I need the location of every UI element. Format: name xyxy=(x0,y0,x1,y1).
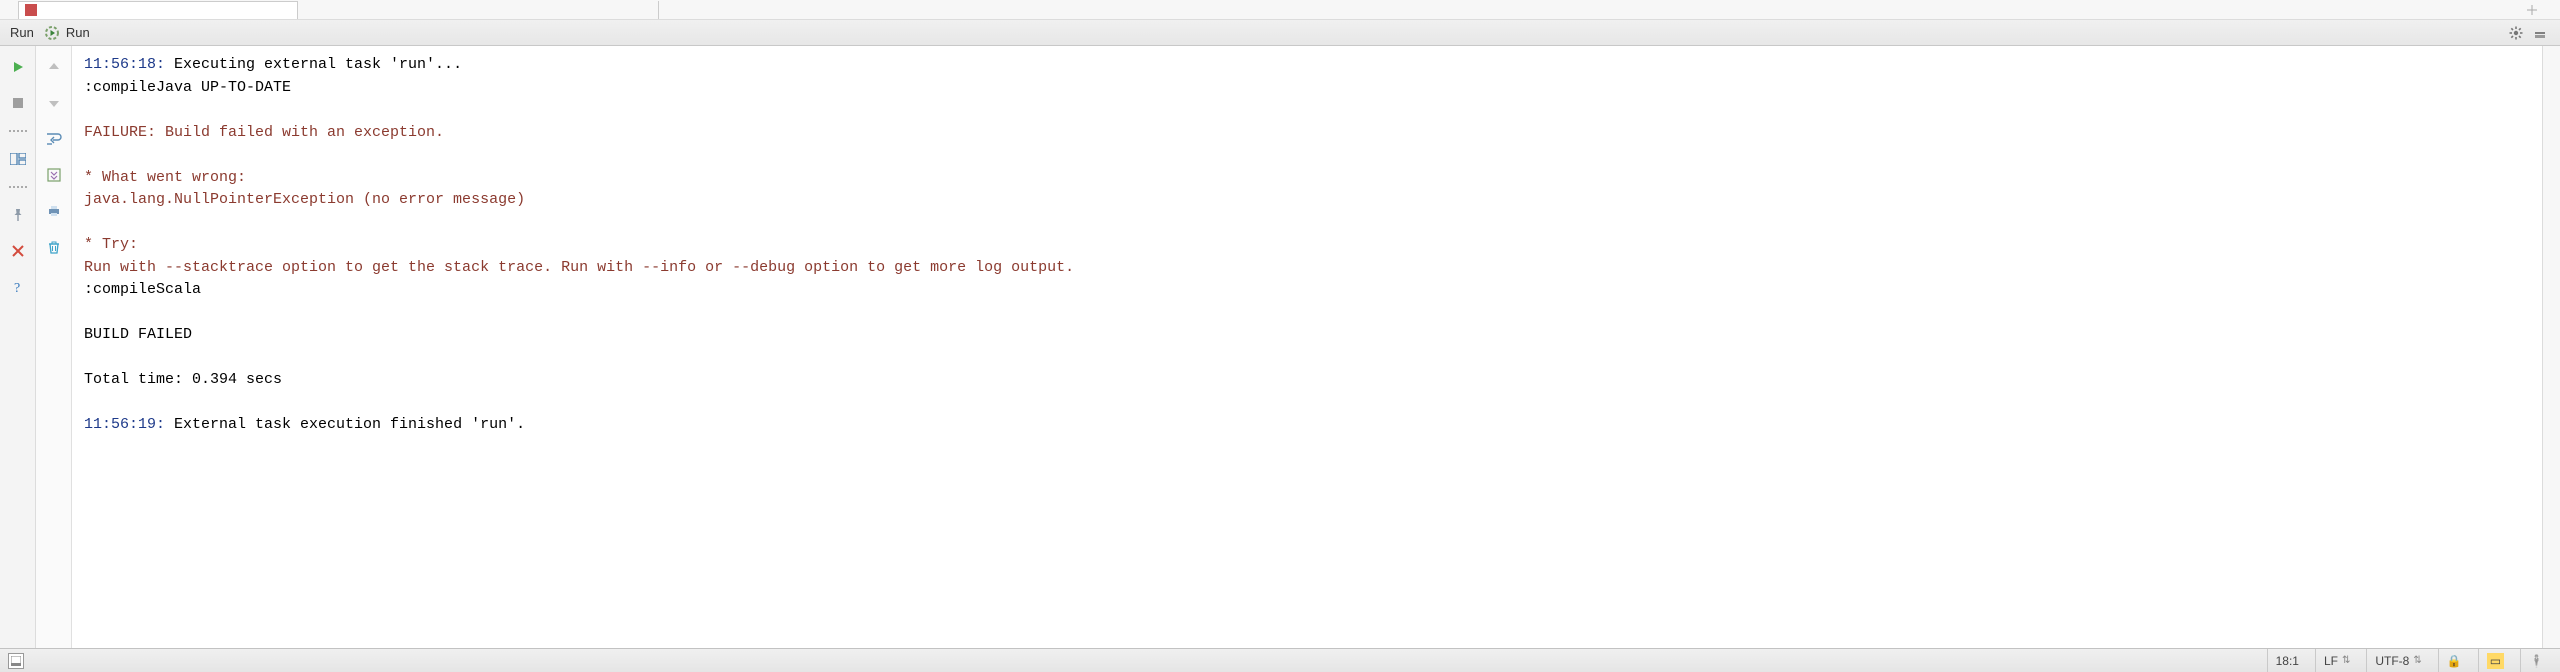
pin-button[interactable] xyxy=(7,204,29,226)
hector-icon: 🕴 xyxy=(2529,654,2544,668)
file-type-icon xyxy=(25,4,37,16)
stop-button[interactable] xyxy=(7,92,29,114)
tool-windows-quick-access-button[interactable] xyxy=(8,653,24,669)
chevron-up-down-icon: ⇅ xyxy=(2413,655,2421,666)
console-line: Run with --stacktrace option to get the … xyxy=(84,259,1074,276)
console-line: :compileJava UP-TO-DATE xyxy=(84,79,291,96)
encoding-label: UTF-8 xyxy=(2375,654,2409,668)
lock-icon: 🔒 xyxy=(2447,654,2462,668)
soft-wrap-button[interactable] xyxy=(43,128,65,150)
scroll-to-end-button[interactable] xyxy=(43,164,65,186)
console-line: 11:56:19: xyxy=(84,416,165,433)
scroll-down-button[interactable] xyxy=(43,92,65,114)
console-line: Executing external task 'run'... xyxy=(165,56,462,73)
separator xyxy=(9,184,27,190)
svg-text:?: ? xyxy=(14,281,20,295)
console-line: :compileScala xyxy=(84,281,201,298)
hide-tool-window-icon[interactable] xyxy=(2530,23,2550,43)
layout-button[interactable] xyxy=(7,148,29,170)
close-button[interactable] xyxy=(7,240,29,262)
run-action-gutter: ? xyxy=(0,46,36,648)
console-line: java.lang.NullPointerException (no error… xyxy=(84,191,525,208)
inspection-profile-indicator[interactable]: ▭ xyxy=(2478,649,2512,672)
console-line: BUILD FAILED xyxy=(84,326,192,343)
line-separator-label: LF xyxy=(2324,654,2338,668)
console-line: External task execution finished 'run'. xyxy=(165,416,525,433)
console-line: Total time: 0.394 secs xyxy=(84,371,282,388)
read-only-toggle[interactable]: 🔒 xyxy=(2438,649,2470,672)
status-bar: 18:1 LF ⇅ UTF-8 ⇅ 🔒 ▭ 🕴 xyxy=(0,648,2560,672)
run-config-name: Run xyxy=(66,25,90,40)
console-action-gutter xyxy=(36,46,72,648)
run-config-icon xyxy=(44,25,60,41)
editor-error-stripe xyxy=(2542,46,2560,648)
tool-window-title: Run xyxy=(10,25,34,40)
editor-tab[interactable] xyxy=(18,1,298,19)
console-line: * What went wrong: xyxy=(84,169,246,186)
settings-icon[interactable] xyxy=(2506,23,2526,43)
encoding-selector[interactable]: UTF-8 ⇅ xyxy=(2366,649,2429,672)
run-tool-window-body: ? 11:56:18: Executing external task 'run… xyxy=(0,46,2560,648)
clear-all-button[interactable] xyxy=(43,236,65,258)
caret-position[interactable]: 18:1 xyxy=(2267,649,2307,672)
scroll-up-button[interactable] xyxy=(43,56,65,78)
caret-position-label: 18:1 xyxy=(2276,654,2299,668)
rerun-button[interactable] xyxy=(7,56,29,78)
console-output[interactable]: 11:56:18: Executing external task 'run'.… xyxy=(72,46,2542,648)
chevron-up-down-icon: ⇅ xyxy=(2342,655,2350,666)
line-separator-selector[interactable]: LF ⇅ xyxy=(2315,649,2358,672)
editor-tab-strip xyxy=(0,0,2560,20)
collapse-icon[interactable] xyxy=(2524,2,2540,18)
editor-split-divider xyxy=(658,1,659,19)
console-line: * Try: xyxy=(84,236,138,253)
hector-indicator[interactable]: 🕴 xyxy=(2520,649,2552,672)
help-button[interactable]: ? xyxy=(7,276,29,298)
separator xyxy=(9,128,27,134)
run-tool-window-header: Run Run xyxy=(0,20,2560,46)
print-button[interactable] xyxy=(43,200,65,222)
console-line: 11:56:18: xyxy=(84,56,165,73)
console-line: FAILURE: Build failed with an exception. xyxy=(84,124,444,141)
inspector-icon: ▭ xyxy=(2487,653,2504,669)
